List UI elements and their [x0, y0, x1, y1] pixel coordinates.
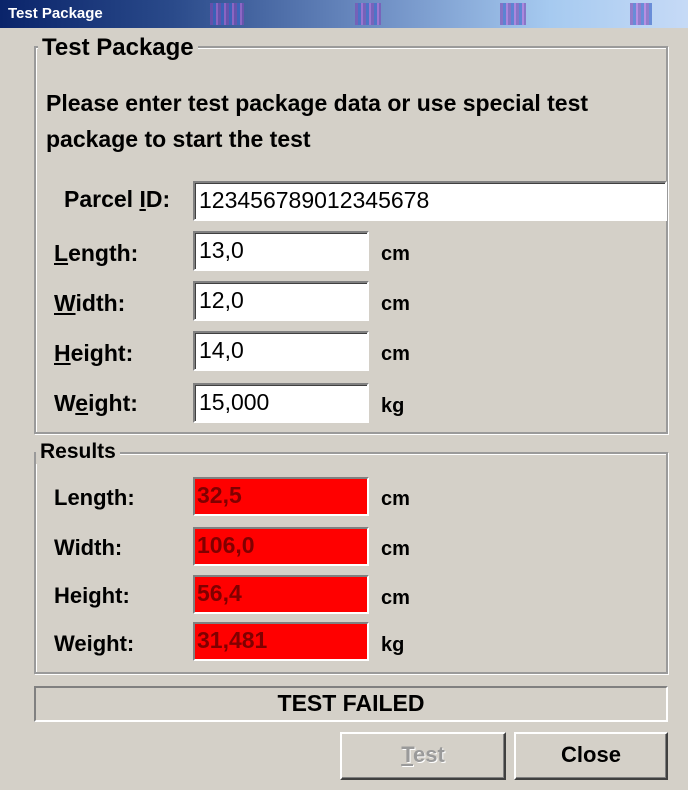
length-unit: cm	[381, 243, 410, 265]
result-width-value: 106,0	[193, 527, 369, 566]
results-legend: Results	[36, 440, 120, 464]
width-unit: cm	[381, 293, 410, 315]
result-width-unit: cm	[381, 538, 410, 560]
weight-unit: kg	[381, 395, 405, 417]
result-weight-value: 31,481	[193, 622, 369, 661]
title-pattern-decoration	[500, 3, 526, 25]
instructions-line-2: package to start the test	[46, 126, 311, 152]
weight-label: Weight:	[54, 390, 138, 416]
height-input[interactable]: 14,0	[193, 331, 369, 371]
height-label: Height:	[54, 340, 134, 366]
parcel-id-label: Parcel ID:	[64, 186, 171, 212]
status-text: TEST FAILED	[277, 690, 425, 716]
test-button[interactable]: Test	[340, 732, 506, 780]
width-label: Width:	[54, 290, 126, 316]
result-height-unit: cm	[381, 587, 410, 609]
result-length-value: 32,5	[193, 477, 369, 516]
length-label: Length:	[54, 240, 139, 266]
instructions-line-1: Please enter test package data or use sp…	[46, 90, 589, 116]
height-unit: cm	[381, 343, 410, 365]
title-pattern-decoration	[210, 3, 244, 25]
parcel-id-input[interactable]: 123456789012345678	[193, 181, 667, 221]
result-height-value: 56,4	[193, 575, 369, 614]
title-pattern-decoration	[355, 3, 381, 25]
result-height-label: Height:	[54, 583, 130, 608]
result-width-label: Width:	[54, 535, 123, 560]
status-bar: TEST FAILED	[34, 686, 668, 722]
title-bar[interactable]: Test Package	[0, 0, 688, 28]
window-title: Test Package	[8, 5, 103, 22]
title-pattern-decoration	[630, 3, 652, 25]
test-package-legend: Test Package	[38, 34, 198, 62]
weight-input[interactable]: 15,000	[193, 383, 369, 423]
length-input[interactable]: 13,0	[193, 231, 369, 271]
result-length-unit: cm	[381, 488, 410, 510]
result-weight-label: Weight:	[54, 631, 135, 656]
result-weight-unit: kg	[381, 634, 405, 656]
result-length-label: Length:	[54, 485, 135, 510]
width-input[interactable]: 12,0	[193, 281, 369, 321]
close-button[interactable]: Close	[514, 732, 668, 780]
